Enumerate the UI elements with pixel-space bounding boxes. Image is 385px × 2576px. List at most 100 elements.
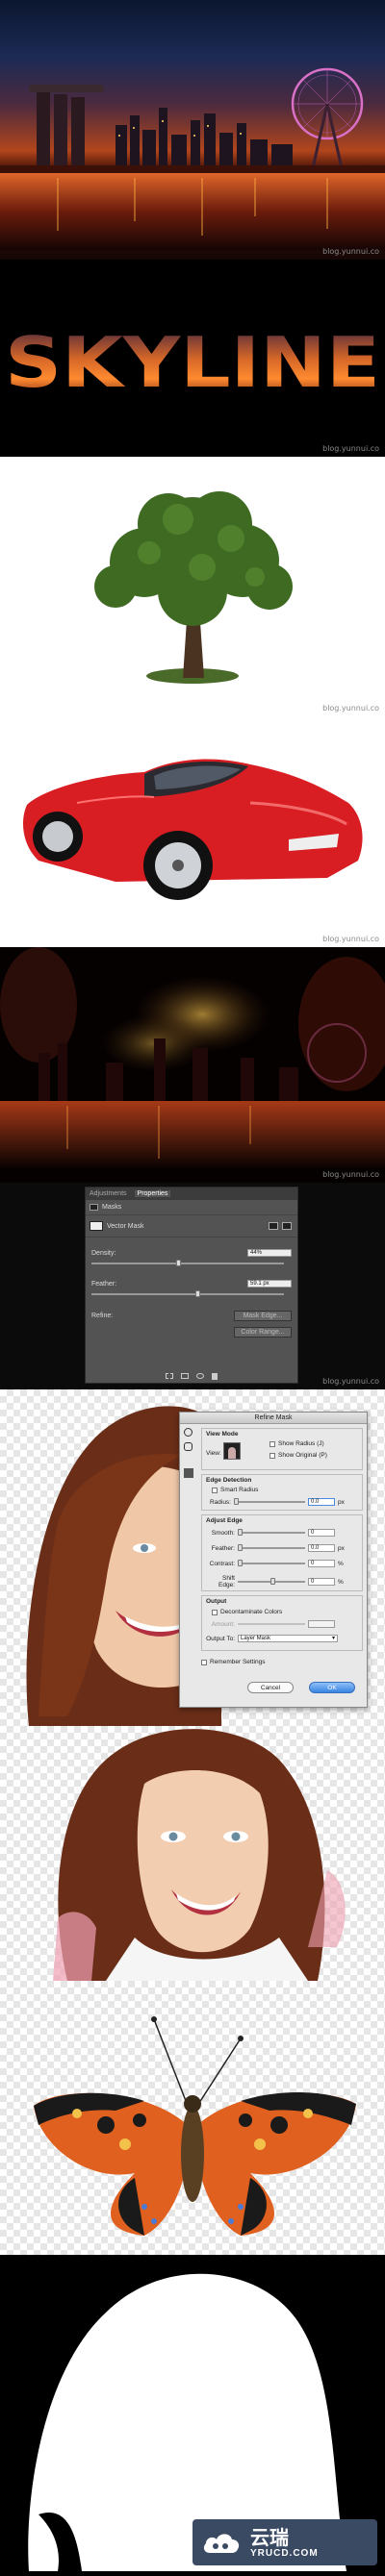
amount-label: Amount: <box>211 1620 235 1628</box>
pixel-mask-button-icon[interactable] <box>269 1222 278 1230</box>
feather-label-refine: Feather: <box>211 1544 235 1552</box>
show-original-label: Show Original (P) <box>278 1452 327 1459</box>
panel-footer-icons <box>86 1373 297 1380</box>
feather-slider-refine[interactable] <box>238 1544 305 1551</box>
view-mode-header: View Mode <box>206 1431 239 1438</box>
radius-field[interactable]: 0.0 <box>308 1498 335 1506</box>
radius-slider-knob[interactable] <box>234 1498 239 1505</box>
color-range-button[interactable]: Color Range... <box>234 1327 292 1338</box>
remember-settings-label: Remember Settings <box>210 1659 266 1665</box>
feather-label: Feather: <box>91 1280 117 1288</box>
radius-label: Radius: <box>209 1498 231 1506</box>
masks-section-label: Masks <box>102 1204 122 1211</box>
show-radius-checkbox[interactable] <box>270 1440 275 1447</box>
watermark: blog.yunnui.co <box>322 444 379 453</box>
amount-field[interactable] <box>308 1620 335 1628</box>
smooth-slider[interactable] <box>238 1529 305 1536</box>
feather-slider-refine-knob[interactable] <box>238 1544 243 1551</box>
skyline-photo-panel: blog.yunnui.co <box>0 0 385 260</box>
output-to-select[interactable]: Layer Mask ▾ <box>238 1635 338 1642</box>
radius-slider[interactable] <box>234 1498 305 1505</box>
contrast-unit: % <box>338 1560 344 1567</box>
view-mode-thumbnail[interactable] <box>223 1442 241 1460</box>
smooth-field[interactable]: 0 <box>308 1529 335 1537</box>
smart-radius-checkbox[interactable] <box>212 1487 218 1493</box>
refine-mask-screenshot: Refine Mask View Mode View: Show Radius … <box>0 1389 385 1726</box>
zoom-tool-icon[interactable] <box>184 1428 192 1437</box>
mask-edge-button[interactable]: Mask Edge... <box>234 1311 292 1321</box>
feather-slider-knob[interactable] <box>195 1290 200 1297</box>
contrast-label: Contrast: <box>209 1560 235 1567</box>
woman-cutout-image <box>53 1729 346 1981</box>
watermark: blog.yunnui.co <box>322 1377 379 1386</box>
remember-settings-checkbox[interactable] <box>201 1659 207 1665</box>
tab-properties[interactable]: Properties <box>134 1190 171 1197</box>
watermark: blog.yunnui.co <box>322 247 379 256</box>
tree-panel: blog.yunnui.co <box>0 457 385 716</box>
show-original-checkbox[interactable] <box>270 1452 275 1459</box>
shift-edge-unit: % <box>338 1578 344 1586</box>
feather-field-refine[interactable]: 0.0 <box>308 1544 335 1552</box>
panel-tab-bar: Adjustments Properties <box>86 1188 297 1200</box>
feather-field[interactable]: 59.1 px <box>247 1280 292 1288</box>
output-header: Output <box>206 1598 227 1605</box>
ok-button[interactable]: OK <box>309 1682 355 1693</box>
density-field[interactable]: 44% <box>247 1249 292 1257</box>
chevron-down-icon: ▾ <box>331 1636 335 1641</box>
output-to-value: Layer Mask <box>241 1636 271 1641</box>
output-to-label: Output To: <box>206 1635 235 1642</box>
composite-city-image <box>0 947 385 1168</box>
logo-chinese-text: 云瑞 <box>250 2525 289 2549</box>
yruncd-logo: 云瑞 YRUCD.COM <box>192 2519 377 2565</box>
contrast-slider[interactable] <box>238 1560 305 1566</box>
refine-radius-tool-icon[interactable] <box>184 1468 193 1478</box>
shift-edge-label: Shift Edge: <box>218 1575 235 1588</box>
cancel-button[interactable]: Cancel <box>247 1682 294 1693</box>
butterfly-image <box>34 2016 356 2236</box>
view-thumb-figure-icon <box>228 1447 236 1459</box>
show-radius-label: Show Radius (J) <box>278 1440 324 1447</box>
amount-slider[interactable] <box>238 1623 305 1625</box>
shift-edge-field[interactable]: 0 <box>308 1578 335 1586</box>
adjust-edge-header: Adjust Edge <box>206 1517 243 1524</box>
tree-image <box>94 491 293 684</box>
decontaminate-checkbox[interactable] <box>212 1609 218 1615</box>
edge-detection-header: Edge Detection <box>206 1477 252 1484</box>
decontaminate-label: Decontaminate Colors <box>220 1609 283 1615</box>
contrast-slider-knob[interactable] <box>238 1560 243 1566</box>
contrast-field[interactable]: 0 <box>308 1560 335 1567</box>
skyline-photo <box>0 67 385 250</box>
tab-adjustments[interactable]: Adjustments <box>90 1190 127 1197</box>
feather-slider[interactable] <box>91 1290 284 1297</box>
shift-edge-slider[interactable] <box>238 1578 305 1585</box>
view-label: View: <box>206 1450 221 1457</box>
masks-icon <box>90 1204 98 1211</box>
density-label: Density: <box>91 1249 116 1257</box>
apply-mask-icon[interactable] <box>181 1373 189 1379</box>
trash-icon[interactable] <box>212 1373 218 1380</box>
skyline-text-art: SKYLINE <box>5 322 380 403</box>
smart-radius-label: Smart Radius <box>220 1487 259 1493</box>
hand-tool-icon[interactable] <box>184 1442 192 1451</box>
logo-english-text: YRUCD.COM <box>250 2547 319 2559</box>
properties-panel: Adjustments Properties Masks Vector Mask… <box>85 1187 298 1384</box>
skyline-heading: SKYLINE <box>5 322 380 403</box>
watermark: blog.yunnui.co <box>322 704 379 713</box>
vector-mask-label: Vector Mask <box>107 1222 144 1230</box>
smooth-label: Smooth: <box>211 1529 235 1537</box>
selection-icon[interactable] <box>166 1373 173 1379</box>
smooth-slider-knob[interactable] <box>238 1529 243 1536</box>
visibility-eye-icon[interactable] <box>196 1373 204 1379</box>
radius-unit: px <box>338 1498 345 1506</box>
density-slider-knob[interactable] <box>176 1260 181 1266</box>
shift-edge-slider-knob[interactable] <box>270 1578 275 1585</box>
vector-mask-button-icon[interactable] <box>282 1222 292 1230</box>
mask-silhouette-panel: 云瑞 YRUCD.COM <box>0 2255 385 2571</box>
refine-mask-dialog: Refine Mask View Mode View: Show Radius … <box>179 1412 368 1708</box>
cloud-logo-icon <box>203 2534 240 2553</box>
vector-mask-icon <box>90 1221 103 1231</box>
density-slider[interactable] <box>91 1260 284 1266</box>
refine-label: Refine: <box>91 1313 114 1319</box>
butterfly-panel <box>0 1981 385 2255</box>
woman-cutout-panel <box>0 1726 385 1981</box>
